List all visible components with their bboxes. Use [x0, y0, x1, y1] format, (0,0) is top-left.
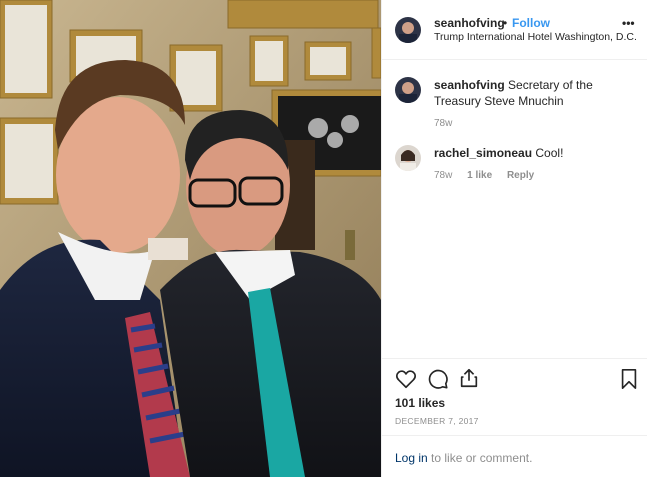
caption-username[interactable]: seanhofving [434, 78, 505, 92]
post-photo[interactable] [0, 0, 381, 477]
follow-button[interactable]: Follow [512, 16, 550, 30]
selfie-photo-illustration [0, 0, 381, 477]
post-header: seanhofving • Follow Trump International… [382, 0, 647, 60]
avatar[interactable] [395, 17, 421, 43]
instagram-post: seanhofving • Follow Trump International… [0, 0, 647, 477]
reply-button[interactable]: Reply [507, 170, 534, 181]
separator-dot: • [503, 16, 508, 30]
login-prompt-text: to like or comment. [427, 451, 533, 465]
comment-time[interactable]: 78w [434, 170, 452, 181]
comment-meta: 78w 1 like Reply [434, 170, 546, 181]
author-username[interactable]: seanhofving [434, 16, 505, 30]
caption-meta: 78w [434, 118, 464, 129]
share-icon[interactable] [458, 367, 480, 394]
likes-count[interactable]: 101 likes [395, 396, 445, 410]
comment-likes[interactable]: 1 like [467, 170, 492, 181]
more-options-icon[interactable]: ••• [622, 16, 635, 30]
post-actions: 101 likes DECEMBER 7, 2017 Log in to lik… [382, 358, 647, 476]
comment-bubble-icon[interactable] [427, 368, 449, 395]
caption-text: seanhofving Secretary of the Treasury St… [434, 77, 639, 109]
login-prompt: Log in to like or comment. [382, 435, 647, 477]
post-sidebar: seanhofving • Follow Trump International… [381, 0, 647, 477]
login-link[interactable]: Log in [395, 451, 428, 465]
comment-username[interactable]: rachel_simoneau [434, 146, 532, 160]
heart-icon[interactable] [395, 368, 417, 395]
location-link[interactable]: Trump International Hotel Washington, D.… [434, 31, 637, 43]
bookmark-icon[interactable] [619, 368, 639, 395]
comment-body: Cool! [535, 146, 564, 160]
avatar[interactable] [395, 77, 421, 103]
comment-text: rachel_simoneau Cool! [434, 145, 639, 161]
avatar[interactable] [395, 145, 421, 171]
post-date[interactable]: DECEMBER 7, 2017 [395, 416, 479, 426]
caption-time[interactable]: 78w [434, 118, 452, 129]
